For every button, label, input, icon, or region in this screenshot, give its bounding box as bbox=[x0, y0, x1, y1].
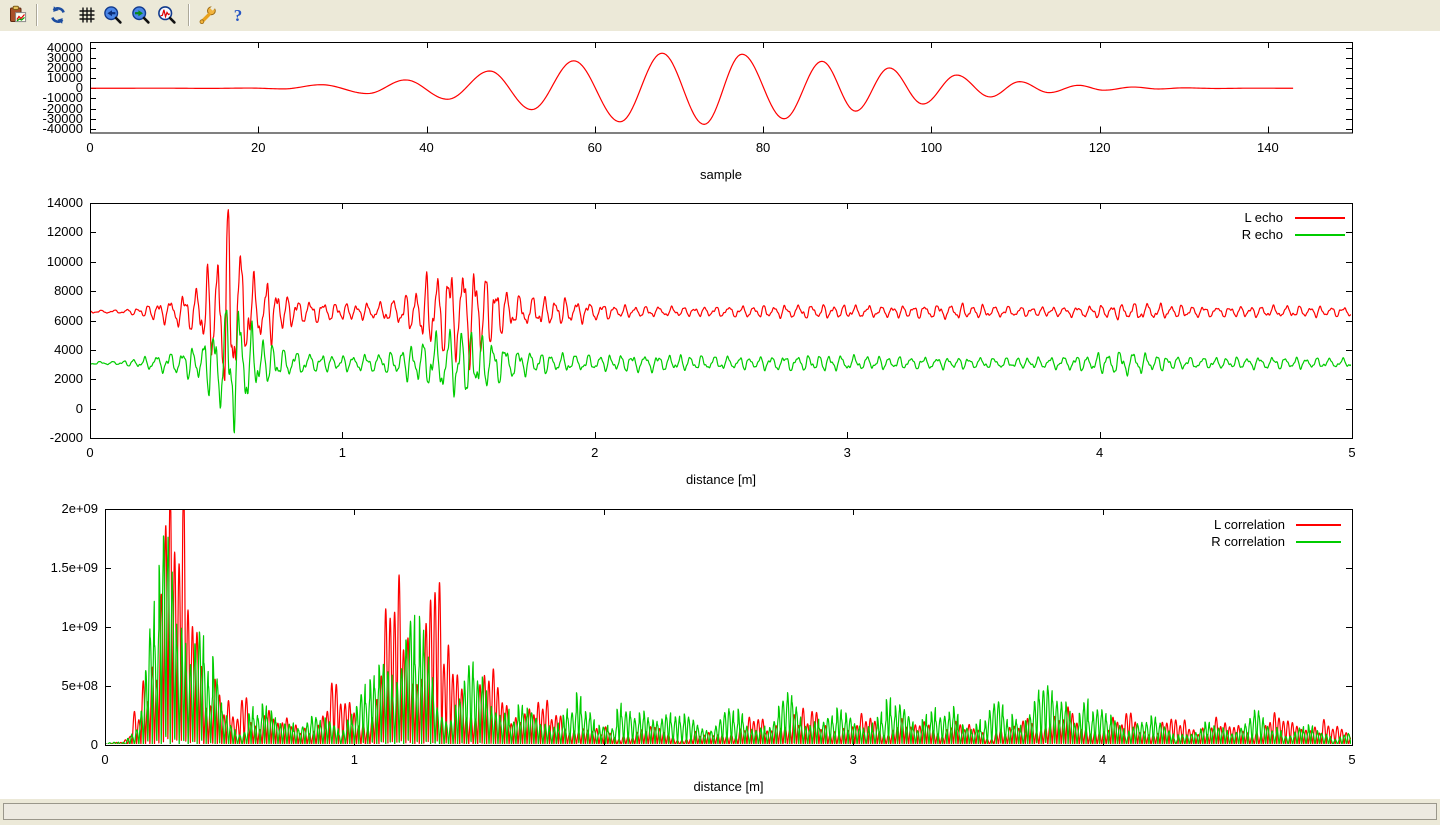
autoscale-button[interactable] bbox=[154, 3, 180, 29]
refresh-button[interactable] bbox=[45, 3, 71, 29]
zoom-next-button[interactable] bbox=[128, 3, 154, 29]
status-field bbox=[3, 803, 1437, 820]
copy-to-clipboard-button[interactable] bbox=[5, 3, 31, 29]
configure-button[interactable] bbox=[195, 3, 221, 29]
autoscale-icon bbox=[157, 5, 177, 25]
toolbar-separator bbox=[188, 4, 190, 26]
toolbar: ? bbox=[0, 0, 1440, 32]
gnuplot-canvas[interactable] bbox=[0, 0, 1440, 825]
toolbar-separator bbox=[36, 4, 38, 26]
grid-icon bbox=[77, 5, 97, 25]
statusbar bbox=[0, 799, 1440, 825]
svg-text:?: ? bbox=[234, 6, 243, 25]
grid-button[interactable] bbox=[74, 3, 100, 29]
zoom-next-icon bbox=[131, 5, 151, 25]
wrench-icon bbox=[198, 5, 218, 25]
help-icon: ? bbox=[228, 5, 248, 25]
zoom-previous-button[interactable] bbox=[100, 3, 126, 29]
help-button[interactable]: ? bbox=[225, 3, 251, 29]
zoom-previous-icon bbox=[103, 5, 123, 25]
clipboard-chart-icon bbox=[8, 5, 28, 25]
refresh-icon bbox=[48, 5, 68, 25]
